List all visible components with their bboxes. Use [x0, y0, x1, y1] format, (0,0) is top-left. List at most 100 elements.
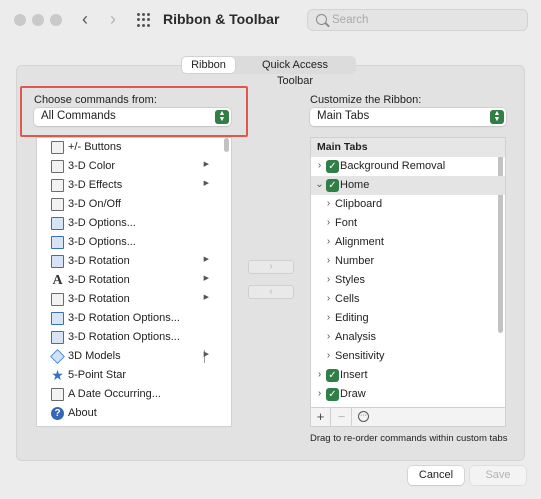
- ribbon-group-item[interactable]: › Styles: [311, 271, 505, 290]
- window-title: Ribbon & Toolbar: [163, 11, 280, 27]
- command-item[interactable]: A Date Occurring...: [37, 385, 231, 404]
- tree-item-label: Home: [340, 179, 370, 191]
- submenu-arrow-icon: ▶: [203, 256, 209, 263]
- chevron-right-icon[interactable]: ›: [324, 274, 333, 285]
- tree-item-label: Draw: [340, 388, 366, 400]
- command-item[interactable]: +/- Buttons: [37, 138, 231, 157]
- back-arrow-icon[interactable]: ‹: [74, 9, 96, 31]
- command-item[interactable]: 3-D Rotation Options...: [37, 328, 231, 347]
- tree-item-label: Font: [335, 217, 358, 229]
- tree-item-label: Styles: [335, 274, 365, 286]
- ribbon-group-item[interactable]: › Font: [311, 214, 505, 233]
- ribbon-tab-item[interactable]: ⌄ ✓ Home: [311, 176, 505, 195]
- commands-list[interactable]: +/- Buttons 3-D Color ▶ 3-D Effects ▶ 3-D On/…: [36, 137, 232, 427]
- ribbon-tab-item[interactable]: › ✓ Background Removal: [311, 157, 505, 176]
- command-item[interactable]: 3-D Effects ▶: [37, 176, 231, 195]
- close-window-button[interactable]: [14, 14, 26, 26]
- chevron-right-icon[interactable]: ›: [315, 388, 324, 399]
- 3d-on-off-icon: [51, 198, 64, 211]
- command-label: 3-D Options...: [68, 217, 136, 229]
- forward-arrow-icon[interactable]: ›: [102, 9, 124, 31]
- tab-visible-checkbox[interactable]: ✓: [326, 388, 339, 401]
- command-item[interactable]: 3D Models ▶: [37, 347, 231, 366]
- chevron-right-icon[interactable]: ›: [324, 350, 333, 361]
- command-label: 3-D Rotation: [68, 255, 130, 267]
- ribbon-group-item[interactable]: › Number: [311, 252, 505, 271]
- tree-item-label: Insert: [340, 369, 368, 381]
- command-label: 3-D Rotation Options...: [68, 312, 180, 324]
- chevron-right-icon[interactable]: ›: [324, 331, 333, 342]
- tree-header: Main Tabs: [311, 138, 505, 157]
- tab-ribbon[interactable]: Ribbon: [182, 57, 235, 73]
- command-label: 3-D On/Off: [68, 198, 121, 210]
- chevron-right-icon[interactable]: ›: [324, 293, 333, 304]
- command-item[interactable]: ★ 5-Point Star: [37, 366, 231, 385]
- chevron-right-icon[interactable]: ›: [324, 217, 333, 228]
- tree-item-label: Alignment: [335, 236, 384, 248]
- command-label: About: [68, 407, 97, 419]
- command-item[interactable]: A 3-D Rotation ▶: [37, 271, 231, 290]
- add-command-button[interactable]: ›: [248, 260, 294, 274]
- 3d-options-icon: [51, 217, 64, 230]
- command-item[interactable]: 3-D Options...: [37, 214, 231, 233]
- submenu-arrow-icon: ▶: [203, 351, 209, 358]
- ribbon-tab-item[interactable]: › ✓ Insert: [311, 366, 505, 385]
- ribbon-group-item[interactable]: › Sensitivity: [311, 347, 505, 366]
- remove-tab-button[interactable]: −: [332, 408, 352, 426]
- minimize-window-button[interactable]: [32, 14, 44, 26]
- command-label: 3-D Effects: [68, 179, 123, 191]
- tab-quick-access-toolbar[interactable]: Quick Access Toolbar: [235, 57, 355, 87]
- tree-toolbar: + − ···: [310, 408, 506, 427]
- command-label: 3-D Options...: [68, 236, 136, 248]
- chevron-down-icon[interactable]: ⌄: [315, 179, 324, 190]
- command-item[interactable]: 3-D Options...: [37, 233, 231, 252]
- command-item[interactable]: ? About: [37, 404, 231, 423]
- command-item[interactable]: 3-D Rotation Options...: [37, 309, 231, 328]
- ribbon-group-item[interactable]: › Cells: [311, 290, 505, 309]
- command-label: 3D Models: [68, 350, 121, 362]
- 3d-models-cube-icon: [50, 349, 65, 364]
- chevron-right-icon[interactable]: ›: [324, 198, 333, 209]
- date-occurring-icon: [51, 388, 64, 401]
- tab-visible-checkbox[interactable]: ✓: [326, 179, 339, 192]
- tab-visible-checkbox[interactable]: ✓: [326, 160, 339, 173]
- remove-command-button[interactable]: ‹: [248, 285, 294, 299]
- customize-ribbon-popup[interactable]: Main Tabs ▲ ▼: [310, 108, 506, 126]
- tab-visible-checkbox[interactable]: ✓: [326, 369, 339, 382]
- command-label: 3-D Color: [68, 160, 116, 172]
- command-label: 3-D Rotation: [68, 274, 130, 286]
- ribbon-group-item[interactable]: › Analysis: [311, 328, 505, 347]
- tree-header-label: Main Tabs: [317, 141, 368, 153]
- zoom-window-button[interactable]: [50, 14, 62, 26]
- highlight-annotation: [20, 86, 248, 137]
- command-label: 3-D Rotation: [68, 293, 130, 305]
- search-icon: [316, 14, 327, 25]
- command-item[interactable]: 3-D Color ▶: [37, 157, 231, 176]
- chevron-right-icon[interactable]: ›: [315, 369, 324, 380]
- command-item[interactable]: 3-D On/Off: [37, 195, 231, 214]
- tree-item-label: Background Removal: [340, 160, 446, 172]
- ribbon-group-item[interactable]: › Alignment: [311, 233, 505, 252]
- add-tab-button[interactable]: +: [311, 408, 331, 426]
- chevron-right-icon[interactable]: ›: [324, 255, 333, 266]
- reorder-hint: Drag to re-order commands within custom …: [310, 433, 508, 444]
- chevron-right-icon[interactable]: ›: [324, 236, 333, 247]
- save-button[interactable]: Save: [470, 466, 526, 485]
- ribbon-group-item[interactable]: › Editing: [311, 309, 505, 328]
- more-options-button[interactable]: ···: [355, 408, 375, 426]
- search-field[interactable]: Search: [307, 9, 528, 31]
- ribbon-group-item[interactable]: › Clipboard: [311, 195, 505, 214]
- ribbon-tabs-tree[interactable]: Main Tabs › ✓ Background Removal ⌄ ✓ Home › Clip…: [310, 137, 506, 408]
- popup-stepper-icon: ▲ ▼: [490, 110, 504, 124]
- help-circle-icon: ?: [51, 407, 64, 420]
- chevron-right-icon[interactable]: ›: [315, 160, 324, 171]
- chevron-right-icon[interactable]: ›: [324, 312, 333, 323]
- 3d-options-icon: [51, 236, 64, 249]
- show-all-grid-icon[interactable]: [137, 13, 151, 27]
- tree-item-label: Number: [335, 255, 375, 267]
- command-item[interactable]: 3-D Rotation ▶: [37, 252, 231, 271]
- cancel-button[interactable]: Cancel: [408, 466, 464, 485]
- command-item[interactable]: 3-D Rotation ▶: [37, 290, 231, 309]
- ribbon-tab-item[interactable]: › ✓ Draw: [311, 385, 505, 404]
- more-options-icon: ···: [358, 411, 369, 422]
